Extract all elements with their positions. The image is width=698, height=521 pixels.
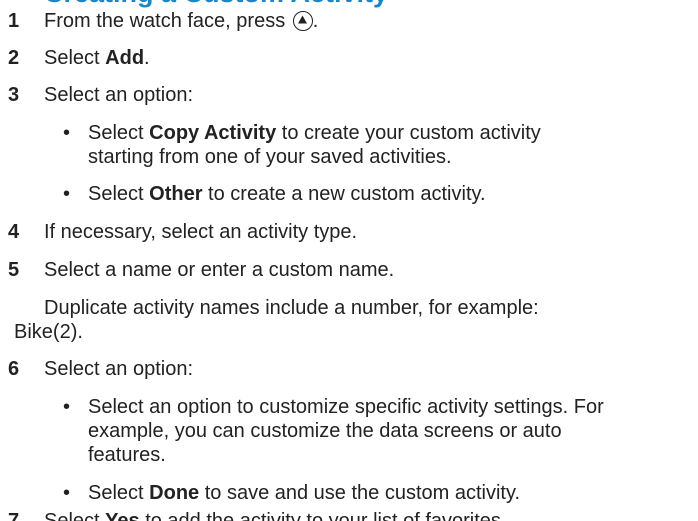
bullet-marker: • <box>63 183 71 205</box>
step-text: If necessary, select an activity type. <box>44 221 358 243</box>
step-number: 5 <box>8 259 20 281</box>
step-number: 3 <box>8 84 20 106</box>
step-number: 1 <box>8 10 20 32</box>
menu-term-yes: Yes <box>105 510 140 521</box>
menu-term-other: Other <box>149 183 203 205</box>
step-text: Select an option: <box>44 358 193 380</box>
step-number: 4 <box>8 221 20 243</box>
step-number: 7 <box>8 510 20 521</box>
bullet-marker: • <box>63 482 71 504</box>
step-text: From the watch face, press <box>44 10 291 32</box>
step-text: Select a name or enter a custom name. <box>44 259 395 281</box>
step-text: Select an option: <box>44 84 193 106</box>
manual-page: Creating a Custom Activity 1 From the wa… <box>0 0 698 521</box>
step-number: 6 <box>8 358 20 380</box>
menu-term-done: Done <box>149 482 200 504</box>
bullet-marker: • <box>63 122 71 144</box>
menu-term-copy-activity: Copy Activity <box>149 122 277 144</box>
menu-term-add: Add <box>105 47 145 69</box>
step-text-end: . <box>312 10 319 32</box>
section-heading: Creating a Custom Activity <box>44 0 388 8</box>
up-button-icon <box>292 11 313 31</box>
step-7: 7 Select Yes to add the activity to your… <box>0 509 698 521</box>
step-number: 2 <box>8 47 20 69</box>
bullet-marker: • <box>63 396 71 418</box>
